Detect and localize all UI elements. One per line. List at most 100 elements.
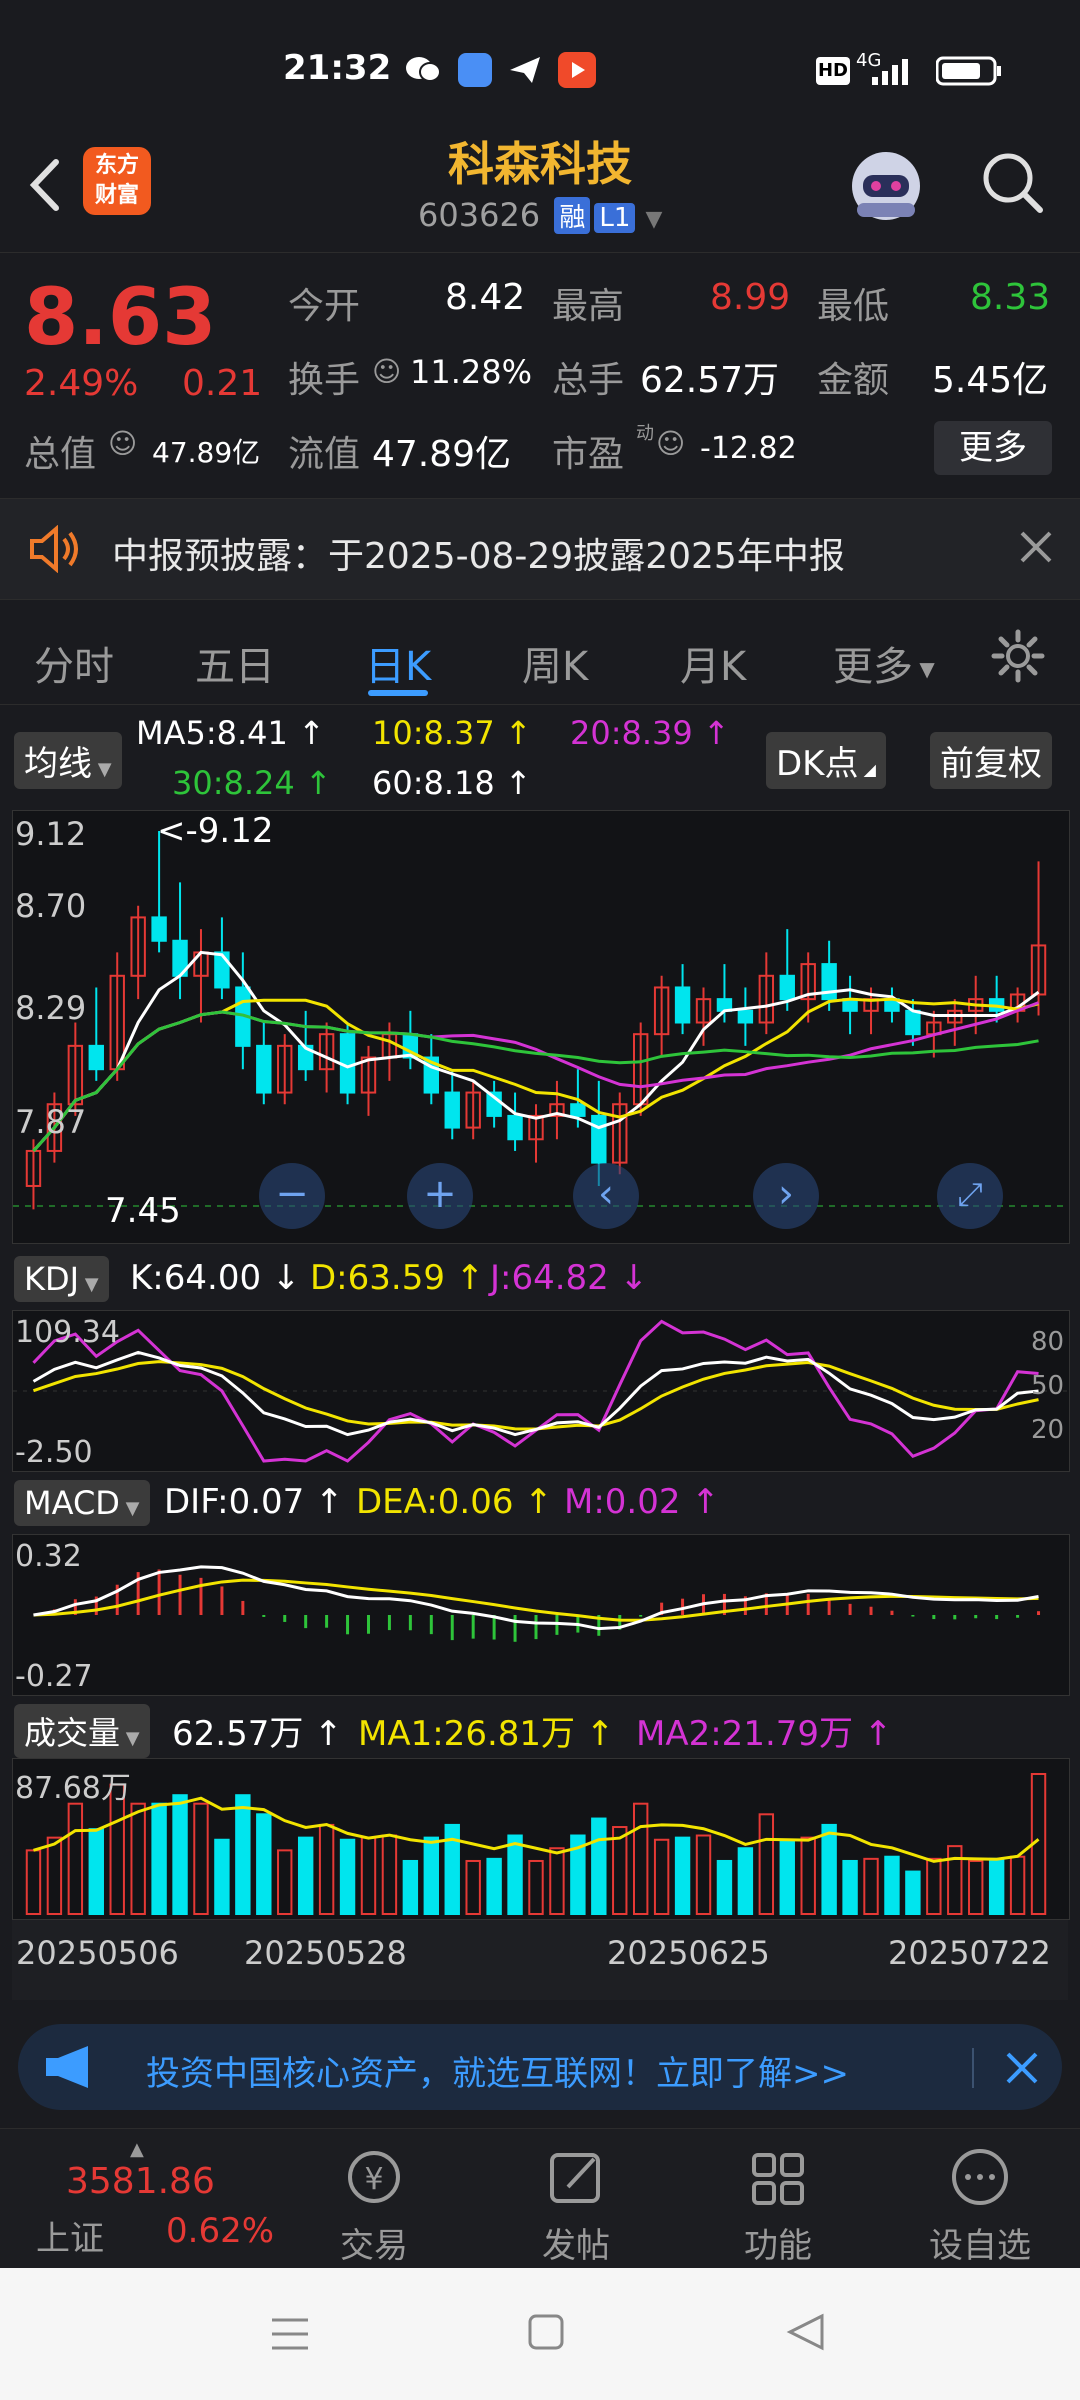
speaker-icon <box>28 524 82 574</box>
fullscreen-icon[interactable]: ⤢ <box>937 1163 1003 1229</box>
axis-high: 9.12 <box>15 815 87 853</box>
kdj-label: KDJ <box>24 1260 80 1298</box>
volume-bar <box>46 1836 63 1915</box>
volume-bar <box>486 1857 502 1916</box>
kdj-level-20: 20 <box>1031 1415 1065 1445</box>
period-tabs: 分时 五日 日K 周K 月K 更多 ▼ <box>0 604 1080 705</box>
search-icon[interactable] <box>978 148 1048 218</box>
volume-svg <box>25 1773 1047 1916</box>
zoom-out-button[interactable]: − <box>259 1163 325 1229</box>
change-percent: 2.49% <box>24 363 139 404</box>
adjust-button[interactable]: 前复权 <box>930 732 1052 789</box>
mktcap-value: 47.89亿 <box>152 436 261 469</box>
kdj-axis-top: 109.34 <box>15 1315 120 1350</box>
kdj-j-value: J:64.82 <box>490 1258 609 1298</box>
volume-bar <box>256 1813 272 1915</box>
svg-text:¥: ¥ <box>364 2162 383 2197</box>
high-value: 8.99 <box>710 277 791 318</box>
notice-bar[interactable]: 中报预披露：于2025-08-29披露2025年中报 <box>0 498 1080 600</box>
volume-chart[interactable]: 87.68万 <box>12 1758 1070 1920</box>
volume-bar <box>1009 1855 1026 1915</box>
back-nav-icon[interactable] <box>784 2312 828 2352</box>
nav-function[interactable]: 功能 <box>718 2147 838 2267</box>
candle-body <box>905 1009 921 1036</box>
index-change: 0.62% <box>166 2211 275 2251</box>
nav-post[interactable]: 发帖 <box>516 2147 636 2267</box>
volume-total: 62.57万 ↑ <box>172 1714 343 1754</box>
kdj-chart[interactable]: 109.34 -2.50 80 50 20 <box>12 1310 1070 1472</box>
menu-icon[interactable] <box>268 2314 312 2354</box>
volume-axis-top: 87.68万 <box>15 1771 131 1806</box>
dk-point-button[interactable]: DK点 ◢ <box>766 732 886 789</box>
volume-bar <box>67 1802 84 1915</box>
info-icon[interactable]: ☺ <box>656 427 685 460</box>
macd-dea-value: DEA:0.06 <box>356 1482 514 1522</box>
market-index[interactable]: ▲ 3581.86 上证 0.62% <box>30 2139 274 2259</box>
ad-close-icon[interactable] <box>1002 2048 1042 2088</box>
macd-chart[interactable]: 0.32 -0.27 <box>12 1534 1070 1696</box>
volume-bar <box>968 1859 984 1915</box>
more-button[interactable]: 更多 <box>934 421 1052 475</box>
zoom-in-button[interactable]: + <box>407 1163 473 1229</box>
volume-bar <box>193 1802 209 1915</box>
tab-daily-k[interactable]: 日K <box>365 634 431 692</box>
scroll-left-button[interactable]: ‹ <box>573 1163 639 1229</box>
nav-function-label: 功能 <box>744 2226 812 2266</box>
low-label: 最低 <box>817 286 890 327</box>
robot-assistant-icon[interactable] <box>843 143 929 229</box>
nav-watchlist[interactable]: 设自选 <box>920 2147 1040 2267</box>
tab-monthly-k[interactable]: 月K <box>680 634 746 692</box>
nav-trade[interactable]: ¥ 交易 <box>314 2147 434 2267</box>
volume-bar <box>737 1847 754 1915</box>
volume-bar <box>381 1834 398 1915</box>
caret-down-icon: ▼ <box>79 1274 99 1295</box>
tab-minute[interactable]: 分时 <box>34 634 114 692</box>
app-icon-blue <box>458 53 492 87</box>
home-icon[interactable] <box>526 2312 566 2352</box>
tab-more[interactable]: 更多 ▼ <box>833 634 935 692</box>
volume-ma1-value: MA1:26.81万 <box>358 1714 576 1754</box>
volume-bar <box>402 1859 419 1915</box>
macd-dif: DIF:0.07 ↑ <box>164 1482 344 1522</box>
tab-five-day[interactable]: 五日 <box>195 634 275 692</box>
grid-icon <box>752 2153 804 2205</box>
settings-gear-icon[interactable] <box>990 628 1046 684</box>
macd-indicator-select[interactable]: MACD ▼ <box>14 1480 150 1526</box>
volume-bar <box>758 1813 775 1915</box>
stock-code-row[interactable]: 603626 融 L1 ▼ <box>418 196 662 234</box>
volume-bar <box>779 1838 795 1915</box>
volume-indicator-select[interactable]: 成交量 ▼ <box>14 1704 150 1758</box>
ma30-legend: 30:8.24 ↑ <box>172 764 332 802</box>
amount-label: 金额 <box>817 360 890 401</box>
battery-icon <box>935 56 1002 86</box>
kdj-indicator-select[interactable]: KDJ ▼ <box>14 1256 109 1302</box>
float-label: 流值 <box>288 434 361 475</box>
volume-bar <box>842 1859 858 1915</box>
open-label: 今开 <box>288 286 361 327</box>
kdj-svg <box>13 1319 1069 1463</box>
bottom-nav: ▲ 3581.86 上证 0.62% ¥ 交易 发帖 功能 设自选 <box>0 2128 1080 2269</box>
ad-divider <box>972 2048 974 2088</box>
date-label: 20250722 <box>888 1934 1051 1972</box>
macd-m-value: M:0.02 <box>564 1482 681 1522</box>
macd-dea-line <box>33 1578 1039 1622</box>
kline-chart[interactable]: 9.12 8.70 8.29 7.87 <-9.12 7.45 − + ‹ › … <box>12 810 1070 1244</box>
axis-mid1: 8.70 <box>15 887 87 925</box>
macd-axis-bottom: -0.27 <box>15 1659 93 1694</box>
info-icon[interactable]: ☺ <box>372 355 401 388</box>
tab-weekly-k[interactable]: 周K <box>522 634 588 692</box>
candle-body <box>507 1114 523 1141</box>
info-icon[interactable]: ☺ <box>108 427 137 460</box>
close-icon[interactable] <box>1016 527 1056 567</box>
date-label: 20250625 <box>607 1934 770 1972</box>
ma10-legend: 10:8.37 ↑ <box>372 714 532 752</box>
scroll-right-button[interactable]: › <box>753 1163 819 1229</box>
ma-indicator-select[interactable]: 均线 ▼ <box>14 732 122 789</box>
edit-icon <box>550 2153 600 2203</box>
stock-code: 603626 <box>418 196 541 234</box>
volume-bar <box>528 1859 544 1915</box>
notice-text: 中报预披露：于2025-08-29披露2025年中报 <box>112 536 845 577</box>
max-price-marker: <-9.12 <box>157 811 274 851</box>
index-value: 3581.86 <box>66 2161 215 2202</box>
ad-banner[interactable]: 投资中国核心资产，就选互联网！立即了解>> <box>18 2024 1062 2110</box>
